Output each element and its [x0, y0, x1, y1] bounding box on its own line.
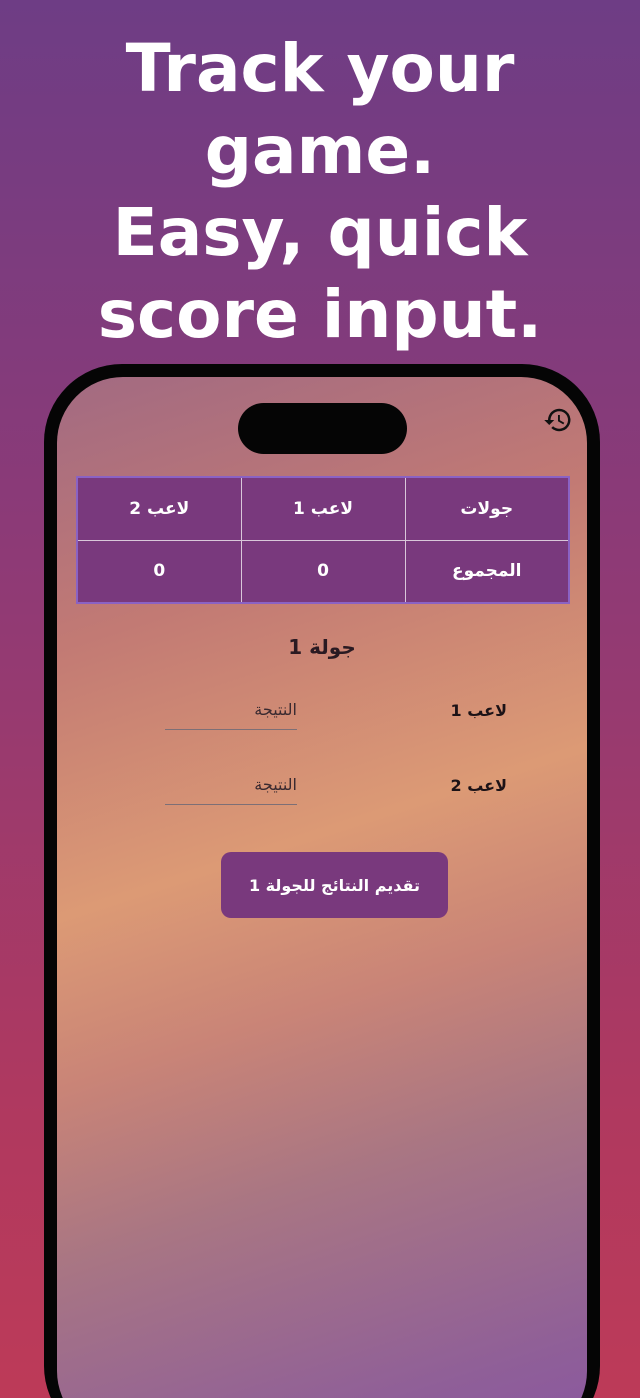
dynamic-island: [238, 403, 407, 454]
total-player-1-cell: 0: [240, 539, 406, 604]
player-1-label: لاعب 1: [450, 701, 508, 720]
total-player-2-cell: 0: [76, 539, 242, 604]
submit-round-button[interactable]: تقديم النتائج للجولة 1: [221, 852, 448, 918]
header-cell-rounds: جولات: [404, 476, 570, 541]
player-1-score-input[interactable]: [165, 690, 297, 730]
total-label-cell: المجموع: [404, 539, 570, 604]
player-2-label: لاعب 2: [450, 776, 508, 795]
app-screen: جولات لاعب 1 لاعب 2 المجموع 0 0 جولة 1 ل…: [57, 377, 587, 1398]
header-cell-player-2: لاعب 2: [76, 476, 242, 541]
headline-line-1: Track your: [125, 30, 515, 107]
score-table: جولات لاعب 1 لاعب 2 المجموع 0 0: [76, 476, 570, 604]
headline-line-2: game.: [204, 112, 436, 189]
player-2-score-input[interactable]: [165, 765, 297, 805]
header-cell-player-1: لاعب 1: [240, 476, 406, 541]
table-header-row: جولات لاعب 1 لاعب 2: [76, 476, 570, 541]
table-total-row: المجموع 0 0: [76, 539, 570, 604]
headline-line-4: score input.: [97, 276, 543, 353]
headline: Track your game. Easy, quick score input…: [0, 28, 640, 356]
round-title: جولة 1: [288, 635, 356, 659]
history-icon: [544, 408, 571, 432]
phone-frame: جولات لاعب 1 لاعب 2 المجموع 0 0 جولة 1 ل…: [44, 364, 600, 1398]
headline-line-3: Easy, quick: [112, 194, 528, 271]
history-button[interactable]: [541, 403, 575, 437]
